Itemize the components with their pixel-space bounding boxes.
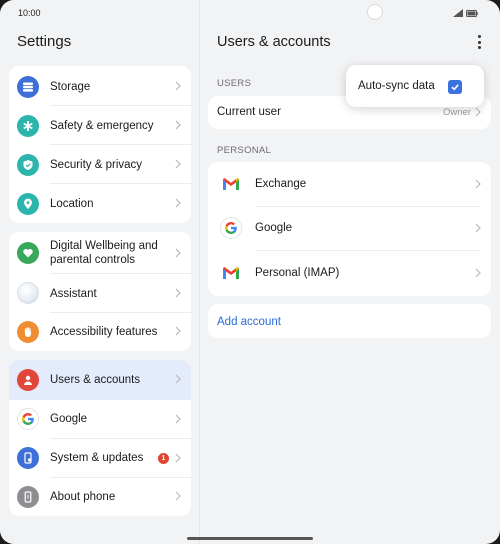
- home-indicator[interactable]: [187, 537, 313, 540]
- chevron-right-icon: [175, 414, 181, 424]
- settings-item-accessibility[interactable]: Accessibility features: [9, 313, 191, 351]
- settings-item-assistant[interactable]: Assistant: [9, 274, 191, 313]
- auto-sync-label[interactable]: Auto-sync data: [358, 80, 435, 92]
- overflow-menu: Auto-sync data: [346, 65, 484, 107]
- current-user-value: Owner: [443, 107, 471, 118]
- chevron-right-icon: [175, 159, 181, 169]
- signal-icon: [453, 9, 463, 17]
- settings-group-2: Digital Wellbeing and parental controls …: [9, 232, 191, 351]
- settings-pane: Settings Storage Safety & emergency Secu…: [0, 0, 199, 544]
- current-user-label: Current user: [217, 106, 281, 118]
- settings-group-1: Storage Safety & emergency Security & pr…: [9, 66, 191, 223]
- user-icon: [17, 369, 39, 391]
- gmail-icon: [220, 262, 242, 284]
- settings-item-about-phone[interactable]: About phone: [9, 478, 191, 516]
- section-header-personal: PERSONAL: [217, 145, 272, 156]
- settings-item-label: Google: [50, 413, 88, 425]
- chevron-right-icon: [175, 248, 181, 258]
- account-label: Personal (IMAP): [255, 267, 340, 279]
- chevron-right-icon: [475, 268, 481, 278]
- more-options-icon[interactable]: [472, 33, 486, 51]
- chevron-right-icon: [175, 491, 181, 501]
- asterisk-icon: [17, 115, 39, 137]
- settings-item-security-privacy[interactable]: Security & privacy: [9, 145, 191, 184]
- gmail-icon: [220, 173, 242, 195]
- settings-item-safety-emergency[interactable]: Safety & emergency: [9, 106, 191, 145]
- phone-settings-icon: [17, 447, 39, 469]
- account-row-exchange[interactable]: Exchange: [208, 162, 491, 207]
- settings-item-users-accounts[interactable]: Users & accounts: [9, 360, 191, 400]
- checkmark-icon: [451, 84, 459, 91]
- phone-icon: [17, 486, 39, 508]
- chevron-right-icon: [175, 81, 181, 91]
- settings-item-label: Location: [50, 198, 94, 210]
- chevron-right-icon: [475, 223, 481, 233]
- shield-icon: [17, 154, 39, 176]
- settings-title: Settings: [17, 33, 72, 50]
- account-label: Google: [255, 222, 293, 234]
- settings-item-label: Security & privacy: [50, 159, 143, 171]
- assistant-icon: [17, 282, 39, 304]
- status-icons: [453, 9, 478, 17]
- add-account-card: Add account: [208, 304, 491, 338]
- settings-item-system-updates[interactable]: System & updates 1: [9, 439, 191, 478]
- settings-item-label: Assistant: [50, 288, 97, 300]
- chevron-right-icon: [175, 374, 181, 384]
- settings-item-label: Safety & emergency: [50, 120, 154, 132]
- account-label: Exchange: [255, 178, 307, 190]
- screen: Settings Storage Safety & emergency Secu…: [0, 0, 500, 544]
- settings-item-label: About phone: [50, 491, 116, 503]
- chevron-right-icon: [175, 453, 181, 463]
- hand-icon: [17, 321, 39, 343]
- google-icon: [17, 408, 39, 430]
- front-camera: [367, 4, 383, 20]
- settings-item-digital-wellbeing[interactable]: Digital Wellbeing and parental controls: [9, 232, 191, 274]
- auto-sync-checkbox[interactable]: [448, 80, 462, 94]
- update-count-badge: 1: [158, 453, 169, 464]
- settings-item-location[interactable]: Location: [9, 184, 191, 223]
- account-row-personal-imap[interactable]: Personal (IMAP): [208, 251, 491, 296]
- settings-item-storage[interactable]: Storage: [9, 66, 191, 106]
- settings-item-label: System & updates: [50, 452, 144, 464]
- section-header-users: USERS: [217, 78, 252, 89]
- chevron-right-icon: [175, 120, 181, 130]
- page-title: Users & accounts: [217, 34, 331, 50]
- account-row-google[interactable]: Google: [208, 207, 491, 251]
- location-pin-icon: [17, 193, 39, 215]
- settings-item-label: Digital Wellbeing and parental controls: [50, 240, 158, 266]
- personal-accounts-card: Exchange Google Personal (IMAP): [208, 162, 491, 296]
- chevron-right-icon: [475, 179, 481, 189]
- battery-icon: [466, 9, 478, 17]
- storage-icon: [17, 76, 39, 98]
- settings-item-label: Users & accounts: [50, 374, 141, 386]
- settings-group-3: Users & accounts Google System & updates…: [9, 360, 191, 516]
- add-account-button[interactable]: Add account: [217, 316, 281, 328]
- chevron-right-icon: [175, 198, 181, 208]
- chevron-right-icon: [175, 288, 181, 298]
- chevron-right-icon: [475, 107, 481, 117]
- settings-item-label: Accessibility features: [50, 326, 158, 338]
- google-icon: [220, 217, 242, 239]
- status-bar: 10:00: [0, 0, 500, 26]
- settings-item-label: Storage: [50, 81, 91, 93]
- status-time: 10:00: [18, 8, 41, 18]
- heart-icon: [17, 242, 39, 264]
- settings-item-google[interactable]: Google: [9, 400, 191, 439]
- chevron-right-icon: [175, 326, 181, 336]
